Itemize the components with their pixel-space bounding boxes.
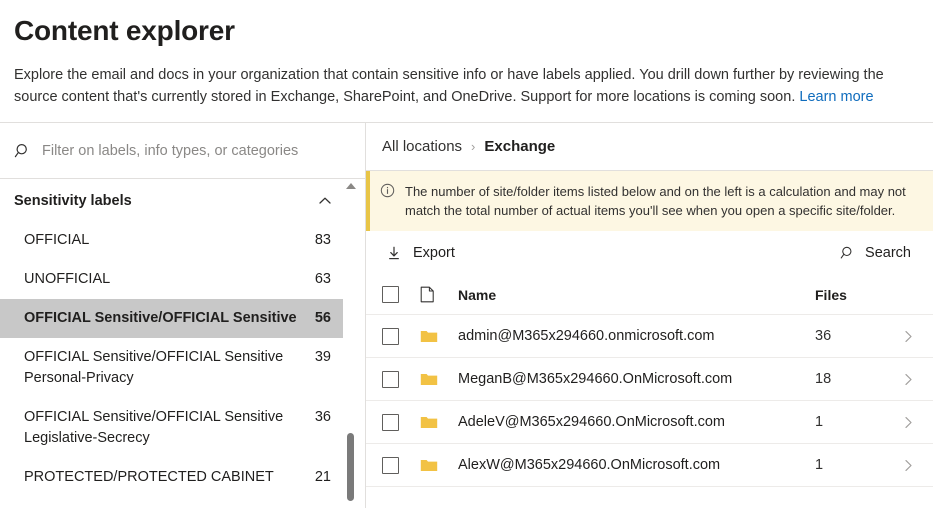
label-row[interactable]: PROTECTED/PROTECTED CABINET 21 bbox=[0, 458, 343, 497]
row-name: AdeleV@M365x294660.OnMicrosoft.com bbox=[458, 414, 725, 430]
breadcrumb-separator-icon: › bbox=[471, 139, 476, 154]
select-all-cell bbox=[382, 286, 420, 303]
label-row[interactable]: OFFICIAL 83 bbox=[0, 221, 343, 260]
page-description-text: Explore the email and docs in your organ… bbox=[14, 67, 884, 105]
search-button-label: Search bbox=[865, 245, 911, 261]
name-column-header[interactable]: Name bbox=[458, 287, 815, 303]
label-count: 36 bbox=[314, 409, 331, 425]
scrollbar-thumb[interactable] bbox=[347, 433, 354, 501]
label-name: UNOFFICIAL bbox=[24, 271, 111, 287]
breadcrumb: All locations › Exchange bbox=[366, 123, 933, 171]
filter-input[interactable] bbox=[42, 142, 322, 159]
chevron-right-icon[interactable] bbox=[902, 459, 915, 472]
chevron-right-icon[interactable] bbox=[902, 330, 915, 343]
row-checkbox[interactable] bbox=[382, 413, 399, 431]
label-name: OFFICIAL Sensitive/OFFICIAL Sensitive bbox=[24, 310, 297, 326]
label-row[interactable]: OFFICIAL Sensitive/OFFICIAL Sensitive Le… bbox=[0, 398, 343, 458]
sensitivity-labels-group-header[interactable]: Sensitivity labels bbox=[0, 179, 343, 221]
row-expand-cell[interactable] bbox=[889, 330, 915, 343]
search-icon bbox=[14, 143, 27, 157]
export-button[interactable]: Export bbox=[382, 241, 459, 265]
info-circle-icon bbox=[380, 183, 395, 198]
type-column-header bbox=[420, 286, 458, 303]
label-count: 39 bbox=[314, 349, 331, 365]
folder-icon bbox=[420, 459, 438, 471]
labels-sidebar: Sensitivity labels OFFICIAL 83 UNOFFICIA… bbox=[0, 123, 366, 508]
table-header-row: Name Files bbox=[366, 275, 933, 315]
folder-icon bbox=[420, 416, 438, 428]
labels-scroll-area: Sensitivity labels OFFICIAL 83 UNOFFICIA… bbox=[0, 179, 365, 507]
content-panel: All locations › Exchange The number of s… bbox=[366, 123, 933, 508]
row-select-cell bbox=[382, 370, 420, 388]
search-icon bbox=[840, 246, 852, 259]
info-banner: The number of site/folder items listed b… bbox=[366, 171, 933, 231]
folder-icon bbox=[420, 330, 438, 342]
row-expand-cell[interactable] bbox=[889, 459, 915, 472]
row-checkbox[interactable] bbox=[382, 456, 399, 474]
row-icon-cell bbox=[420, 329, 458, 344]
row-name: AlexW@M365x294660.OnMicrosoft.com bbox=[458, 457, 721, 473]
label-count: 83 bbox=[314, 232, 331, 248]
row-files: 36 bbox=[815, 328, 832, 344]
breadcrumb-all-locations[interactable]: All locations bbox=[382, 138, 462, 155]
row-files: 18 bbox=[815, 371, 832, 387]
label-count: 56 bbox=[314, 310, 331, 326]
row-select-cell bbox=[382, 327, 420, 345]
label-row[interactable]: OFFICIAL Sensitive/OFFICIAL Sensitive Pe… bbox=[0, 338, 343, 398]
table-row[interactable]: AdeleV@M365x294660.OnMicrosoft.com 1 bbox=[366, 401, 933, 444]
row-name: MeganB@M365x294660.OnMicrosoft.com bbox=[458, 371, 733, 387]
label-name: OFFICIAL bbox=[24, 232, 90, 248]
select-all-checkbox[interactable] bbox=[382, 286, 399, 303]
filter-box bbox=[0, 123, 365, 179]
row-icon-cell bbox=[420, 415, 458, 430]
body-split: Sensitivity labels OFFICIAL 83 UNOFFICIA… bbox=[0, 123, 933, 508]
row-checkbox[interactable] bbox=[382, 327, 399, 345]
content-toolbar: Export Search bbox=[366, 231, 933, 275]
row-expand-cell[interactable] bbox=[889, 416, 915, 429]
items-table: Name Files admin@M365x294660.onmicrosoft… bbox=[366, 275, 933, 487]
row-name: admin@M365x294660.onmicrosoft.com bbox=[458, 328, 715, 344]
label-name: OFFICIAL Sensitive/OFFICIAL Sensitive Le… bbox=[24, 409, 284, 446]
table-row[interactable]: AlexW@M365x294660.OnMicrosoft.com 1 bbox=[366, 444, 933, 487]
group-title: Sensitivity labels bbox=[14, 193, 132, 209]
row-files: 1 bbox=[815, 457, 824, 473]
page-title: Content explorer bbox=[14, 15, 235, 46]
page-header: Content explorer Explore the email and d… bbox=[0, 0, 933, 108]
info-banner-text: The number of site/folder items listed b… bbox=[405, 184, 906, 218]
row-expand-cell[interactable] bbox=[889, 373, 915, 386]
page-description: Explore the email and docs in your organ… bbox=[14, 64, 917, 108]
row-select-cell bbox=[382, 456, 420, 474]
sidebar-scrollbar[interactable] bbox=[345, 179, 357, 507]
chevron-up-icon[interactable] bbox=[317, 193, 333, 209]
table-row[interactable]: admin@M365x294660.onmicrosoft.com 36 bbox=[366, 315, 933, 358]
scroll-up-arrow-icon[interactable] bbox=[346, 183, 356, 189]
row-files: 1 bbox=[815, 414, 824, 430]
label-count: 63 bbox=[314, 271, 331, 287]
breadcrumb-current: Exchange bbox=[484, 138, 556, 155]
folder-icon bbox=[420, 373, 438, 385]
label-name: OFFICIAL Sensitive/OFFICIAL Sensitive Pe… bbox=[24, 349, 284, 386]
chevron-right-icon[interactable] bbox=[902, 373, 915, 386]
row-icon-cell bbox=[420, 458, 458, 473]
table-row[interactable]: MeganB@M365x294660.OnMicrosoft.com 18 bbox=[366, 358, 933, 401]
download-icon bbox=[389, 246, 399, 260]
label-row-selected[interactable]: OFFICIAL Sensitive/OFFICIAL Sensitive 56 bbox=[0, 299, 343, 338]
document-icon bbox=[420, 286, 434, 303]
label-name: PROTECTED/PROTECTED CABINET bbox=[24, 469, 274, 485]
search-button[interactable]: Search bbox=[836, 241, 915, 265]
chevron-right-icon[interactable] bbox=[902, 416, 915, 429]
label-row[interactable]: UNOFFICIAL 63 bbox=[0, 260, 343, 299]
row-icon-cell bbox=[420, 372, 458, 387]
row-select-cell bbox=[382, 413, 420, 431]
label-count: 21 bbox=[314, 469, 331, 485]
files-column-header[interactable]: Files bbox=[815, 287, 889, 303]
export-button-label: Export bbox=[413, 245, 455, 261]
row-checkbox[interactable] bbox=[382, 370, 399, 388]
learn-more-link[interactable]: Learn more bbox=[799, 89, 873, 105]
